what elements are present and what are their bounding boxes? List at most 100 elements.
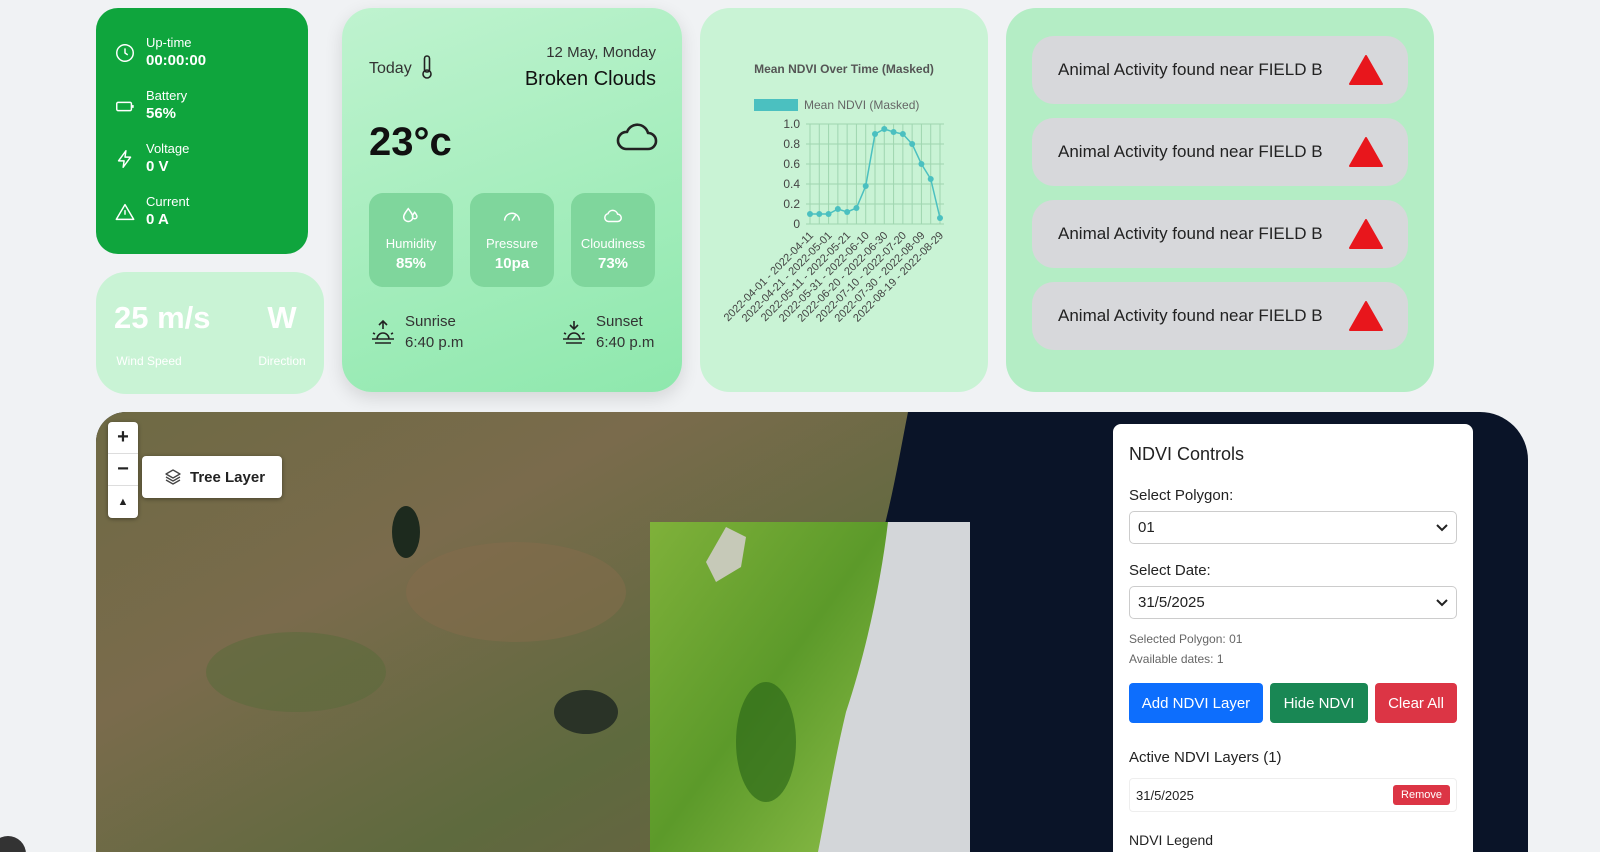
polygon-label: Select Polygon: — [1129, 487, 1234, 504]
alert-item[interactable]: Animal Activity found near FIELD B — [1032, 118, 1408, 186]
available-dates-info: Available dates: 1 — [1129, 652, 1224, 666]
data-point — [927, 176, 934, 182]
y-tick-label: 0.8 — [783, 137, 800, 151]
alert-item[interactable]: Animal Activity found near FIELD B — [1032, 36, 1408, 104]
chart-x-axis: 2022-04-01 - 2022-04-112022-04-21 - 2022… — [722, 230, 946, 325]
humidity-value: 85% — [395, 255, 427, 272]
data-point — [872, 131, 878, 137]
today-label: Today — [369, 60, 412, 77]
data-point — [918, 161, 925, 167]
alert-triangle-icon — [1349, 55, 1383, 85]
ndvi-chart-card: Mean NDVI Over Time (Masked) Mean NDVI (… — [700, 8, 988, 392]
alert-triangle-icon — [1349, 137, 1383, 167]
remove-layer-button[interactable]: Remove — [1393, 785, 1450, 805]
weather-date: 12 May, Monday — [546, 44, 656, 61]
floating-action-button[interactable] — [0, 836, 26, 852]
voltage-value: 0 V — [146, 157, 169, 175]
active-layers-label: Active NDVI Layers (1) — [1129, 749, 1282, 766]
y-tick-label: 0.4 — [783, 177, 800, 191]
current-row: Current 0 A — [114, 185, 308, 238]
vegetation-patch — [206, 632, 386, 712]
sunrise-icon — [372, 319, 394, 344]
ndvi-line-chart: Mean NDVI Over Time (Masked) Mean NDVI (… — [722, 62, 946, 325]
ndvi-legend-label: NDVI Legend — [1129, 832, 1214, 848]
legend-swatch — [754, 99, 798, 111]
alert-text: Animal Activity found near FIELD B — [1058, 60, 1323, 79]
sunset-icon — [563, 321, 585, 344]
zoom-in-button[interactable]: + — [108, 422, 138, 454]
panel-title: NDVI Controls — [1129, 444, 1245, 464]
pressure-value: 10pa — [494, 255, 530, 272]
data-point — [834, 206, 841, 212]
alert-text: Animal Activity found near FIELD B — [1058, 306, 1323, 325]
ndvi-controls-panel: NDVI Controls Select Polygon: 01 Select … — [1113, 424, 1473, 852]
active-layer-date: 31/5/2025 — [1136, 787, 1194, 803]
cloud-icon — [616, 123, 658, 151]
y-tick-label: 1.0 — [783, 117, 800, 131]
lightning-icon — [117, 149, 132, 168]
data-point — [844, 209, 851, 215]
warning-triangle-icon — [115, 203, 135, 220]
cloudiness-value: 73% — [597, 255, 629, 272]
data-point — [881, 126, 888, 132]
chart-grid — [806, 123, 944, 225]
sunrise-time: 6:40 p.m — [405, 334, 464, 351]
zoom-control: + − ▲ — [108, 422, 138, 518]
tree-layer-button[interactable]: Tree Layer — [142, 456, 282, 498]
battery-icon — [116, 101, 134, 111]
temperature-value: 23°c — [369, 120, 452, 164]
battery-row: Battery 56% — [114, 79, 308, 132]
data-point — [816, 211, 823, 217]
battery-value: 56% — [146, 104, 177, 122]
date-select-value: 31/5/2025 — [1138, 594, 1205, 611]
alert-item[interactable]: Animal Activity found near FIELD B — [1032, 200, 1408, 268]
reservoir — [554, 690, 618, 734]
add-ndvi-layer-button[interactable]: Add NDVI Layer — [1129, 683, 1263, 723]
wind-speed-label: Wind Speed — [116, 354, 182, 368]
zoom-out-button[interactable]: − — [108, 454, 138, 486]
sunset-block: Sunset 6:40 p.m — [560, 313, 654, 351]
reset-north-button[interactable]: ▲ — [108, 486, 138, 518]
polygon-select-value: 01 — [1138, 519, 1155, 536]
humidity-tile: Humidity 85% — [369, 193, 453, 287]
sunrise-label: Sunrise — [405, 313, 456, 330]
reservoir — [392, 506, 420, 558]
date-select[interactable]: 31/5/2025 — [1129, 586, 1457, 619]
alert-text: Animal Activity found near FIELD B — [1058, 224, 1323, 243]
uptime-label: Up-time — [146, 34, 192, 50]
polygon-select[interactable]: 01 — [1129, 511, 1457, 544]
active-layer-row: 31/5/2025 Remove — [1129, 778, 1457, 812]
date-label: Select Date: — [1129, 562, 1211, 579]
alert-triangle-icon — [1349, 219, 1383, 249]
y-tick-label: 0 — [793, 217, 800, 231]
sunrise-block: Sunrise 6:40 p.m — [369, 313, 463, 351]
clock-icon — [116, 43, 134, 62]
cloud-icon — [604, 209, 622, 223]
ndvi-action-buttons: Add NDVI Layer Hide NDVI Clear All — [1129, 683, 1457, 723]
uptime-row: Up-time 00:00:00 — [114, 26, 308, 79]
data-point — [890, 129, 897, 135]
voltage-label: Voltage — [146, 140, 190, 156]
thermometer-icon — [422, 55, 432, 79]
humidity-label: Humidity — [385, 236, 437, 251]
data-point — [899, 131, 906, 137]
legend-label: Mean NDVI (Masked) — [804, 98, 919, 112]
data-point — [862, 183, 869, 189]
y-tick-label: 0.2 — [783, 197, 800, 211]
alert-item[interactable]: Animal Activity found near FIELD B — [1032, 282, 1408, 350]
alerts-card: Animal Activity found near FIELD B Anima… — [1006, 8, 1434, 392]
weather-condition: Broken Clouds — [524, 68, 656, 90]
gauge-icon — [503, 212, 521, 221]
chevron-down-icon — [1436, 598, 1448, 606]
selected-polygon-info: Selected Polygon: 01 — [1129, 632, 1243, 646]
clear-all-button[interactable]: Clear All — [1375, 683, 1457, 723]
device-status-card: Up-time 00:00:00 Battery 56% Voltage 0 V Cu… — [96, 8, 308, 254]
cloudiness-tile: Cloudiness 73% — [571, 193, 655, 287]
pressure-tile: Pressure 10pa — [470, 193, 554, 287]
battery-label: Battery — [146, 87, 188, 103]
wind-direction-value: W — [267, 300, 297, 335]
hide-ndvi-button[interactable]: Hide NDVI — [1270, 683, 1368, 723]
sunset-time: 6:40 p.m — [596, 334, 655, 351]
wind-direction-label: Direction — [258, 354, 306, 368]
alert-triangle-icon — [1349, 301, 1383, 331]
